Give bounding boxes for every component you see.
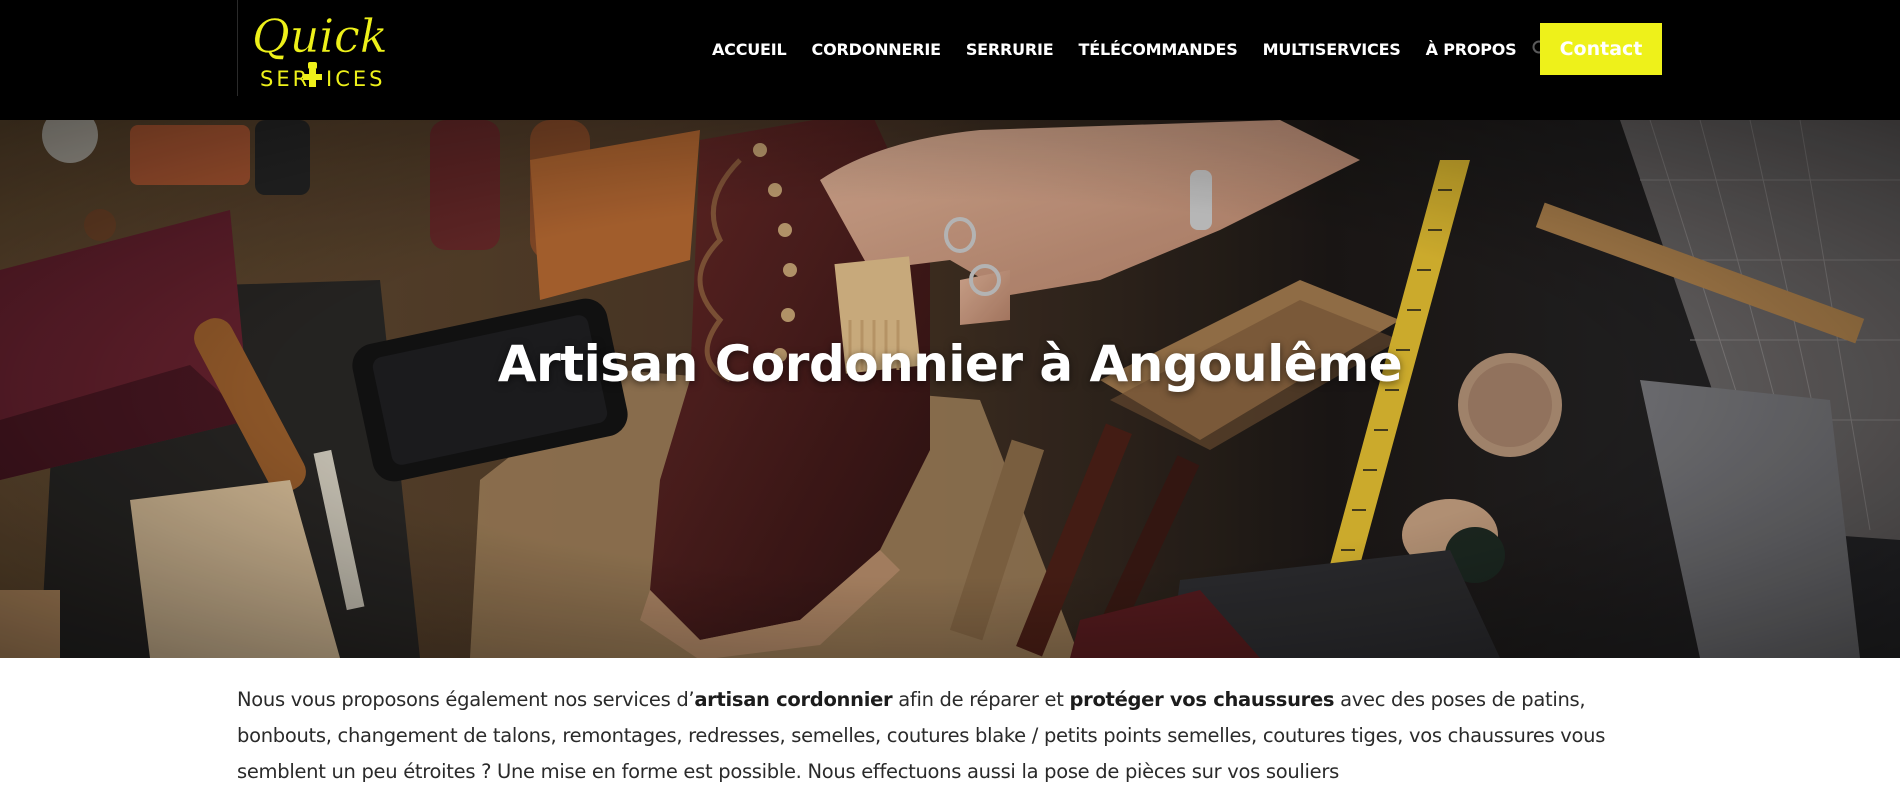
logo-word-services-a: SER <box>260 67 310 91</box>
site-header: Quick SER ICES ACCUEIL CORDONNERIE SERRU… <box>0 0 1900 120</box>
logo-word-quick: Quick <box>252 9 388 63</box>
nav-a-propos[interactable]: À PROPOS <box>1426 40 1517 59</box>
contact-button[interactable]: Contact <box>1540 23 1662 75</box>
main-nav: ACCUEIL CORDONNERIE SERRURIE TÉLÉCOMMAND… <box>712 38 1551 60</box>
nav-accueil[interactable]: ACCUEIL <box>712 40 787 59</box>
quick-services-logo[interactable]: Quick SER ICES <box>237 0 397 96</box>
nav-cordonnerie[interactable]: CORDONNERIE <box>812 40 941 59</box>
intro-paragraph: Nous vous proposons également nos servic… <box>237 682 1677 790</box>
logo-word-services-b: ICES <box>326 67 385 91</box>
hero-title: Artisan Cordonnier à Angoulême <box>497 335 1403 393</box>
nav-serrurie[interactable]: SERRURIE <box>966 40 1054 59</box>
intro-bold-proteger-chaussures: protéger vos chaussures <box>1069 688 1335 711</box>
intro-bold-artisan-cordonnier: artisan cordonnier <box>694 688 893 711</box>
hero-banner: Artisan Cordonnier à Angoulême <box>0 120 1900 658</box>
nav-telecommandes[interactable]: TÉLÉCOMMANDES <box>1079 40 1238 59</box>
intro-section: Nous vous proposons également nos servic… <box>237 682 1677 790</box>
nav-multiservices[interactable]: MULTISERVICES <box>1263 40 1401 59</box>
intro-text-1: Nous vous proposons également nos servic… <box>237 688 695 711</box>
intro-text-2: afin de réparer et <box>892 688 1070 711</box>
